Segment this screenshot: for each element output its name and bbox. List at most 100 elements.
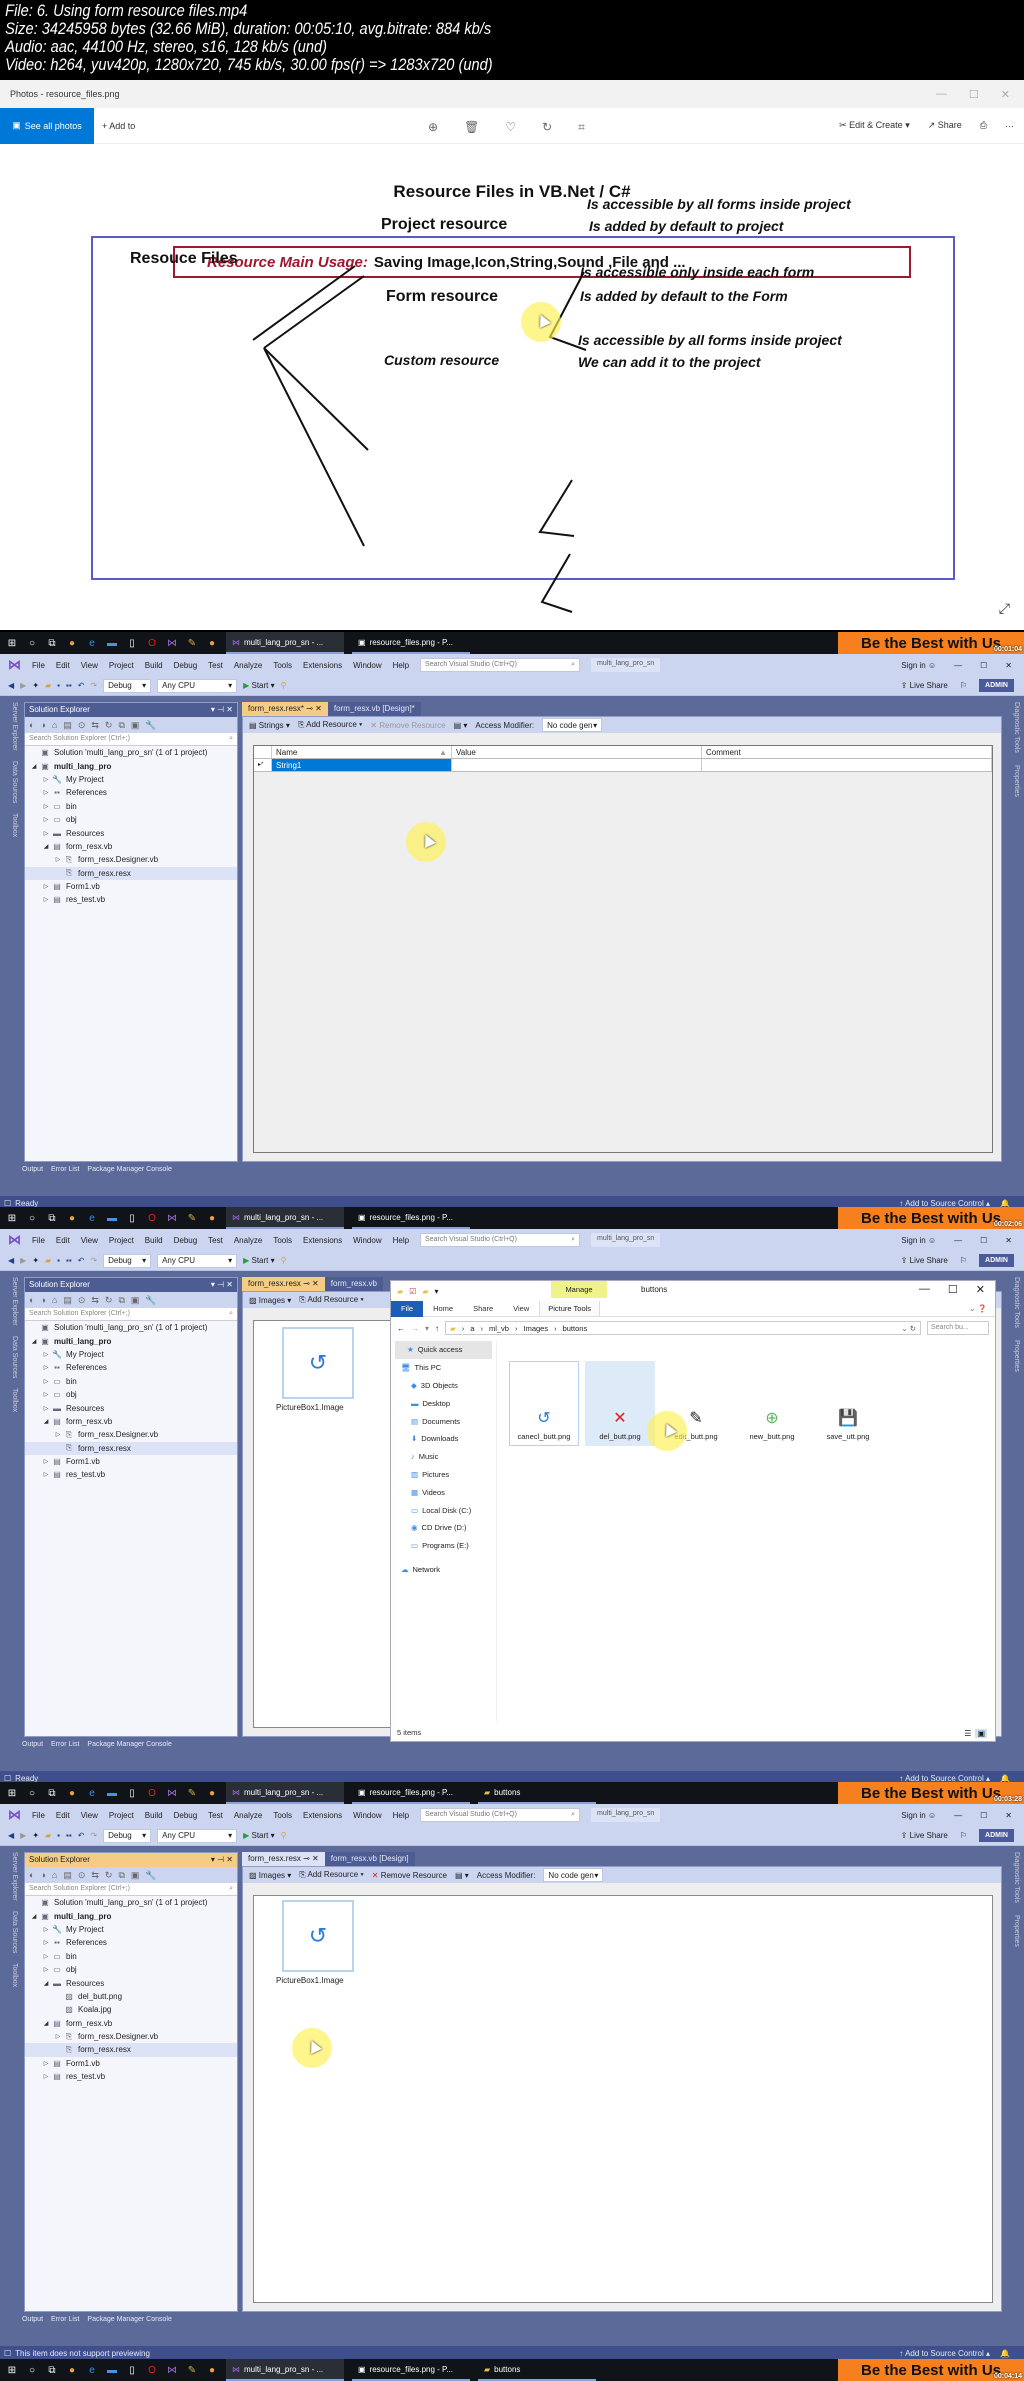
explorer-search-input[interactable]: Search bu... xyxy=(927,1321,989,1335)
column-name[interactable]: Name ▲ xyxy=(272,746,452,758)
minimize-icon[interactable]: — xyxy=(954,661,962,670)
tree-item[interactable]: ▷ ▭ bin xyxy=(25,800,237,813)
menu-help[interactable]: Help xyxy=(393,661,409,670)
home-icon[interactable]: ⌂ xyxy=(52,1295,57,1305)
forward-icon[interactable]: ▶ xyxy=(20,1256,26,1265)
nav-item[interactable]: ◆ 3D Objects xyxy=(391,1377,496,1395)
nav-item[interactable]: ⬇ Downloads xyxy=(391,1430,496,1448)
expand-toggle-icon[interactable]: ▷ xyxy=(41,1471,51,1478)
refresh-icon[interactable]: ⌄ ↻ xyxy=(901,1324,920,1333)
cortana-icon[interactable]: ○ xyxy=(26,637,38,649)
cell-value[interactable] xyxy=(452,759,702,771)
properties-icon[interactable]: 🔧 xyxy=(145,1870,156,1881)
switch-views-icon[interactable]: ▤ xyxy=(63,1870,72,1881)
visual-studio-icon[interactable]: ⋈ xyxy=(166,1212,178,1224)
tree-item[interactable]: ▷ ⎘ form_resx.Designer.vb xyxy=(25,853,237,866)
expand-toggle-icon[interactable]: ▷ xyxy=(53,1431,63,1438)
recent-dropdown-icon[interactable]: ▾ xyxy=(425,1324,429,1333)
mail-icon[interactable]: ▬ xyxy=(106,637,118,649)
sync-icon[interactable]: ⇆ xyxy=(91,720,99,731)
menu-view[interactable]: View xyxy=(81,1811,98,1820)
vs-search-input[interactable]: Search Visual Studio (Ctrl+Q) ⌕ xyxy=(420,1233,581,1247)
menu-analyze[interactable]: Analyze xyxy=(234,1811,262,1820)
visual-studio-icon[interactable]: ⋈ xyxy=(166,1787,178,1799)
chrome-icon[interactable]: ● xyxy=(66,2364,78,2376)
details-view-icon[interactable]: ☰ xyxy=(964,1729,971,1738)
expand-toggle-icon[interactable]: ◢ xyxy=(29,1913,39,1920)
pending-changes-icon[interactable]: ⊙ xyxy=(78,720,86,731)
tree-item[interactable]: ▷ ▭ obj xyxy=(25,813,237,826)
config-dropdown[interactable]: Debug ▾ xyxy=(103,1253,152,1268)
back-icon[interactable]: ◐ xyxy=(29,1870,34,1880)
up-arrow-icon[interactable]: ↑ xyxy=(435,1324,439,1333)
ribbon-view-tab[interactable]: View xyxy=(503,1304,539,1313)
feedback-icon[interactable]: ⚐ xyxy=(960,1256,967,1265)
nav-item[interactable]: 🖥 This PC xyxy=(391,1359,496,1377)
expand-toggle-icon[interactable]: ▷ xyxy=(53,856,63,863)
taskbar-app-vs[interactable]: ⋈ multi_lang_pro_sn - ... xyxy=(226,1207,344,1229)
new-project-icon[interactable]: ✦ xyxy=(32,681,39,690)
tree-item[interactable]: ▷ ▤ res_test.vb xyxy=(25,893,237,906)
redo-icon[interactable]: ↷ xyxy=(90,1256,97,1265)
menu-build[interactable]: Build xyxy=(145,1236,163,1245)
tree-item[interactable]: ▷ 🔧 My Project xyxy=(25,1348,237,1361)
properties-icon[interactable]: 🔧 xyxy=(145,720,156,731)
tool-icon[interactable]: ✎ xyxy=(186,637,198,649)
manage-tab[interactable]: Manage xyxy=(551,1281,607,1298)
back-icon[interactable]: ◐ xyxy=(29,1295,34,1305)
ribbon-share-tab[interactable]: Share xyxy=(463,1304,503,1313)
mail-icon[interactable]: ▬ xyxy=(106,1212,118,1224)
tree-item[interactable]: ▷ ▤ res_test.vb xyxy=(25,2070,237,2083)
save-all-icon[interactable]: ▪▪ xyxy=(66,1256,72,1265)
expand-toggle-icon[interactable]: ▷ xyxy=(41,1391,51,1398)
maximize-icon[interactable]: ☐ xyxy=(948,1283,958,1296)
refresh-icon[interactable]: ↻ xyxy=(105,1870,113,1881)
taskbar-app-vs[interactable]: ⋈ multi_lang_pro_sn - ... xyxy=(226,632,344,654)
add-resource-button[interactable]: ⎘ Add Resource ▾ xyxy=(299,1870,363,1880)
resource-type-dropdown[interactable]: ▤ Strings ▾ xyxy=(249,721,290,730)
add-source-control-button[interactable]: ↑ Add to Source Control ▴ xyxy=(899,2349,990,2358)
admin-badge[interactable]: ADMIN xyxy=(979,679,1014,692)
expand-toggle-icon[interactable]: ◢ xyxy=(41,1418,51,1425)
tree-item[interactable]: ▷ ▤ res_test.vb xyxy=(25,1468,237,1481)
properties-icon[interactable]: 🔧 xyxy=(145,1295,156,1306)
ribbon-picture-tools-tab[interactable]: Picture Tools xyxy=(539,1301,601,1316)
menu-file[interactable]: File xyxy=(32,1236,45,1245)
back-icon[interactable]: ◀ xyxy=(8,1831,14,1840)
close-icon[interactable]: ✕ xyxy=(976,1283,985,1296)
path-segment[interactable]: Images xyxy=(523,1324,548,1333)
forward-icon[interactable]: ▶ xyxy=(20,681,26,690)
minimize-icon[interactable]: — xyxy=(954,1236,962,1245)
picturebox-image-thumb[interactable]: ↺ xyxy=(282,1900,354,1972)
undo-icon[interactable]: ↶ xyxy=(78,681,85,690)
vs-search-input[interactable]: Search Visual Studio (Ctrl+Q) ⌕ xyxy=(420,658,581,672)
properties-tab[interactable]: Properties xyxy=(1006,1340,1020,1372)
edge-icon[interactable]: e xyxy=(86,1787,98,1799)
expand-toggle-icon[interactable]: ◢ xyxy=(41,2020,51,2027)
resource-type-dropdown[interactable]: ▨ Images ▾ xyxy=(249,1296,291,1305)
back-icon[interactable]: ◀ xyxy=(8,681,14,690)
remove-resource-button[interactable]: ✕ Remove Resource xyxy=(372,1871,447,1880)
tree-item[interactable]: ▨ del_butt.png xyxy=(25,1990,237,2003)
taskbar-app-photos[interactable]: ▣ resource_files.png - P... xyxy=(352,1207,470,1229)
tree-item[interactable]: ▷ ▤ Form1.vb xyxy=(25,1455,237,1468)
visual-studio-icon[interactable]: ⋈ xyxy=(166,2364,178,2376)
undo-icon[interactable]: ↶ xyxy=(78,1256,85,1265)
error-list-tab[interactable]: Error List xyxy=(51,1741,79,1755)
start-button[interactable]: ▶ Start ▾ xyxy=(243,681,275,690)
menu-extensions[interactable]: Extensions xyxy=(303,1236,342,1245)
tab-form-resx[interactable]: form_resx.resx ⊸ ✕ xyxy=(242,1852,325,1866)
back-arrow-icon[interactable]: ← xyxy=(397,1324,405,1333)
data-sources-tab[interactable]: Data Sources xyxy=(4,1911,18,1953)
nav-item[interactable]: ♪ Music xyxy=(391,1448,496,1466)
maximize-icon[interactable]: ☐ xyxy=(980,1811,987,1820)
cortana-icon[interactable]: ○ xyxy=(26,1212,38,1224)
expand-toggle-icon[interactable]: ▷ xyxy=(41,1378,51,1385)
taskbar-app-vs[interactable]: ⋈ multi_lang_pro_sn - ... xyxy=(226,2359,344,2381)
tree-item[interactable]: ▷ ▭ obj xyxy=(25,1388,237,1401)
tree-item[interactable]: ▷ ▤ Form1.vb xyxy=(25,880,237,893)
add-resource-button[interactable]: ⎘ Add Resource ▾ xyxy=(299,1295,363,1305)
add-resource-button[interactable]: ⎘ Add Resource ▾ xyxy=(298,720,362,730)
menu-debug[interactable]: Debug xyxy=(174,1236,198,1245)
address-bar[interactable]: ▰ › a › ml_vb › Images › buttons ⌄ ↻ xyxy=(445,1321,921,1335)
